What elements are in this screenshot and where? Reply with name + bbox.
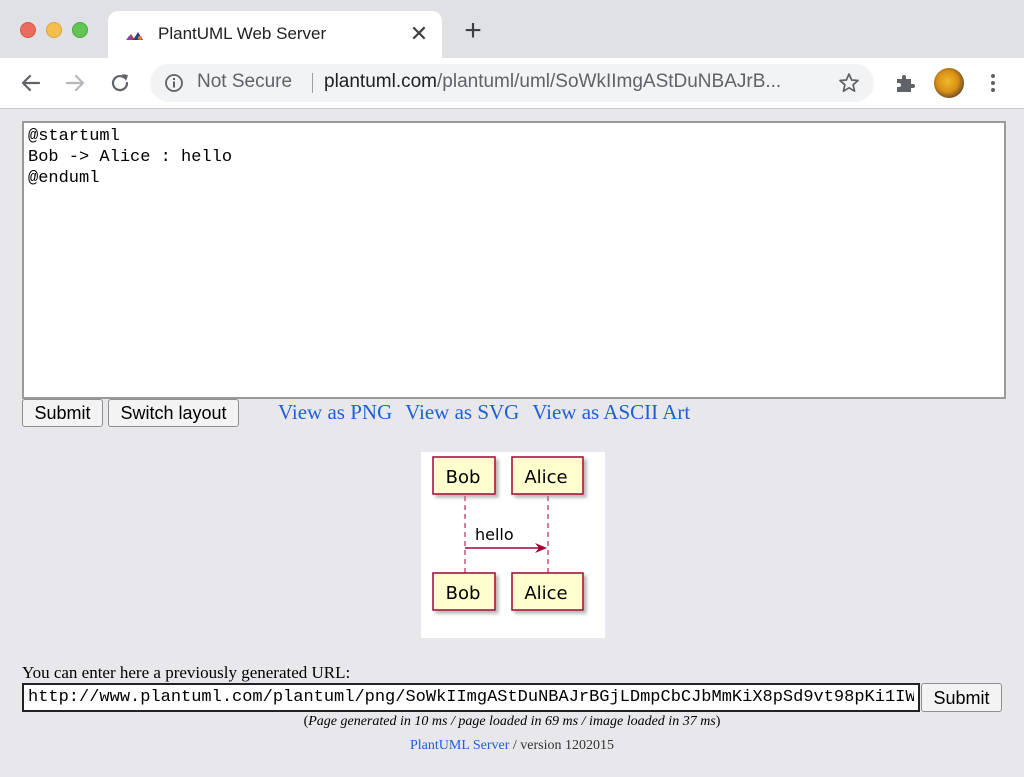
forward-arrow-icon[interactable]: [62, 70, 88, 96]
sequence-diagram: Bob Alice hello Bob Alice: [432, 456, 584, 611]
page-generated-time: Page generated in 10 ms: [308, 714, 448, 729]
submit-button[interactable]: Submit: [22, 399, 103, 427]
puzzle-icon[interactable]: [893, 71, 917, 95]
zoom-window-button[interactable]: [72, 22, 88, 38]
security-label[interactable]: Not Secure: [197, 71, 292, 93]
alice-top-label: Alice: [524, 467, 567, 488]
url-submit-button[interactable]: Submit: [921, 683, 1002, 712]
back-arrow-icon[interactable]: [18, 70, 44, 96]
timing-separator: /: [578, 714, 589, 729]
timing-info: (Page generated in 10 ms / page loaded i…: [0, 714, 1024, 730]
image-loaded-time: image loaded in 37 ms: [588, 714, 716, 729]
page-loaded-time: page loaded in 69 ms: [458, 714, 579, 729]
previous-url-input[interactable]: [22, 683, 920, 712]
version-text: / version 1202015: [509, 738, 615, 753]
url-path: /plantuml/uml/SoWkIImgAStDuNBAJrB...: [437, 71, 782, 92]
kebab-menu-icon[interactable]: [981, 71, 1005, 95]
url-host: plantuml.com: [324, 71, 437, 92]
reload-icon[interactable]: [107, 70, 133, 96]
close-paren: ): [715, 714, 721, 729]
close-tab-icon[interactable]: ✕: [406, 21, 432, 47]
uml-source-editor[interactable]: @startuml Bob -> Alice : hello @enduml: [22, 121, 1006, 399]
message-label: hello: [475, 525, 514, 544]
url-display[interactable]: plantuml.com/plantuml/uml/SoWkIImgAStDuN…: [324, 71, 824, 93]
star-icon[interactable]: [838, 72, 860, 94]
version-info: PlantUML Server / version 1202015: [0, 738, 1024, 754]
tab-strip: PlantUML Web Server ✕ +: [0, 0, 1024, 58]
view-as-svg-link[interactable]: View as SVG: [405, 400, 519, 424]
view-as-ascii-link[interactable]: View as ASCII Art: [532, 400, 690, 424]
address-bar[interactable]: Not Secure plantuml.com/plantuml/uml/SoW…: [150, 64, 874, 102]
plantuml-favicon-icon: [126, 32, 143, 40]
bob-bottom-label: Bob: [446, 583, 481, 604]
close-window-button[interactable]: [20, 22, 36, 38]
sequence-diagram-image: Bob Alice hello Bob Alice: [421, 452, 605, 638]
new-tab-button[interactable]: +: [459, 16, 487, 46]
switch-layout-button[interactable]: Switch layout: [108, 399, 239, 427]
view-links: View as PNG View as SVG View as ASCII Ar…: [278, 400, 698, 425]
timing-separator: /: [447, 714, 459, 729]
avatar[interactable]: [934, 68, 964, 98]
bob-top-label: Bob: [446, 467, 481, 488]
browser-toolbar: Not Secure plantuml.com/plantuml/uml/SoW…: [0, 58, 1024, 109]
plantuml-server-link[interactable]: PlantUML Server: [410, 738, 509, 753]
active-tab[interactable]: PlantUML Web Server ✕: [108, 11, 442, 58]
minimize-window-button[interactable]: [46, 22, 62, 38]
url-form-label: You can enter here a previously generate…: [22, 663, 351, 682]
omnibox-divider: [312, 73, 313, 93]
tab-title: PlantUML Web Server: [158, 24, 327, 43]
alice-bottom-label: Alice: [524, 583, 567, 604]
view-as-png-link[interactable]: View as PNG: [278, 400, 392, 424]
info-icon[interactable]: [164, 73, 184, 93]
